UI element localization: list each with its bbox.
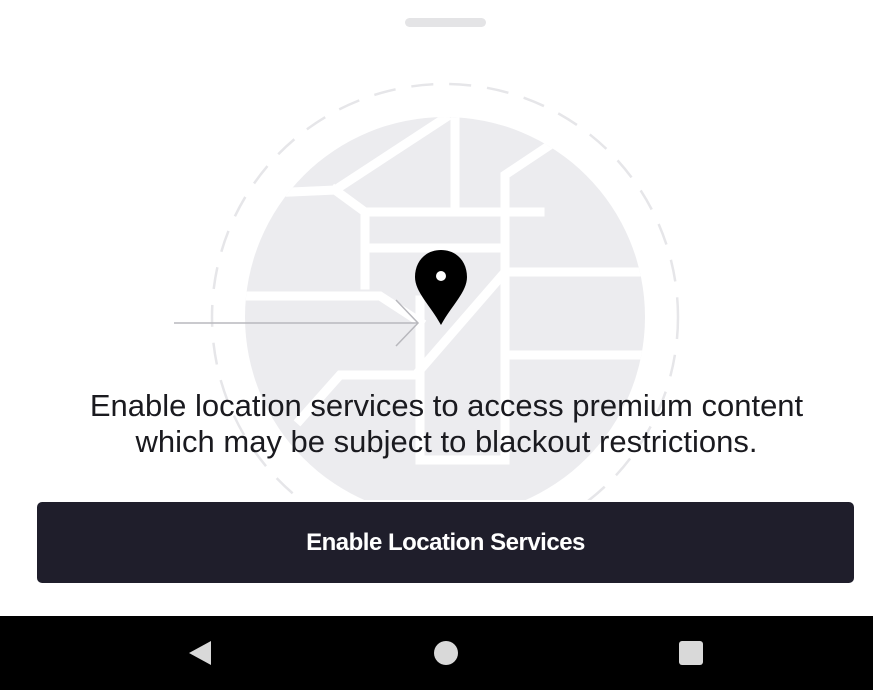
back-triangle-icon bbox=[189, 641, 211, 665]
prompt-line-2: which may be subject to blackout restric… bbox=[135, 424, 758, 459]
prompt-line-1: Enable location services to access premi… bbox=[89, 388, 804, 423]
system-navigation-bar bbox=[0, 616, 873, 690]
nav-home-button[interactable] bbox=[401, 616, 491, 690]
enable-location-services-button[interactable]: Enable Location Services bbox=[37, 502, 854, 583]
location-prompt-message: Enable location services to access premi… bbox=[40, 388, 853, 460]
location-permission-sheet: Enable location services to access premi… bbox=[0, 0, 873, 690]
home-circle-icon bbox=[434, 641, 458, 665]
nav-back-button[interactable] bbox=[155, 616, 245, 690]
recents-square-icon bbox=[679, 641, 703, 665]
nav-recents-button[interactable] bbox=[646, 616, 736, 690]
